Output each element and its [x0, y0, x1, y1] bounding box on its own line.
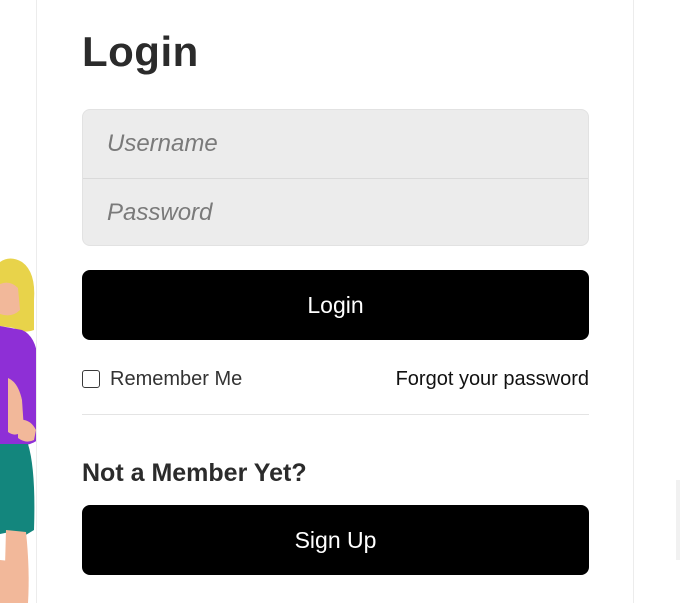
forgot-password-link[interactable]: Forgot your password	[396, 368, 589, 391]
remember-me-checkbox[interactable]	[82, 370, 100, 388]
password-input[interactable]	[83, 179, 588, 245]
right-edge-illustration	[676, 480, 680, 560]
login-title: Login	[82, 28, 199, 75]
login-button[interactable]: Login	[82, 270, 589, 340]
person-illustration	[0, 258, 38, 603]
section-divider	[82, 414, 589, 415]
remember-me[interactable]: Remember Me	[82, 368, 242, 391]
login-options: Remember Me Forgot your password	[82, 365, 589, 393]
signup-heading: Not a Member Yet?	[82, 459, 307, 487]
credentials-group	[82, 109, 589, 246]
login-page: Login Login Remember Me Forgot your pass…	[0, 0, 680, 603]
signup-button[interactable]: Sign Up	[82, 505, 589, 575]
login-card: Login Login Remember Me Forgot your pass…	[36, 0, 634, 603]
username-input[interactable]	[83, 110, 588, 178]
remember-me-label: Remember Me	[110, 367, 243, 390]
